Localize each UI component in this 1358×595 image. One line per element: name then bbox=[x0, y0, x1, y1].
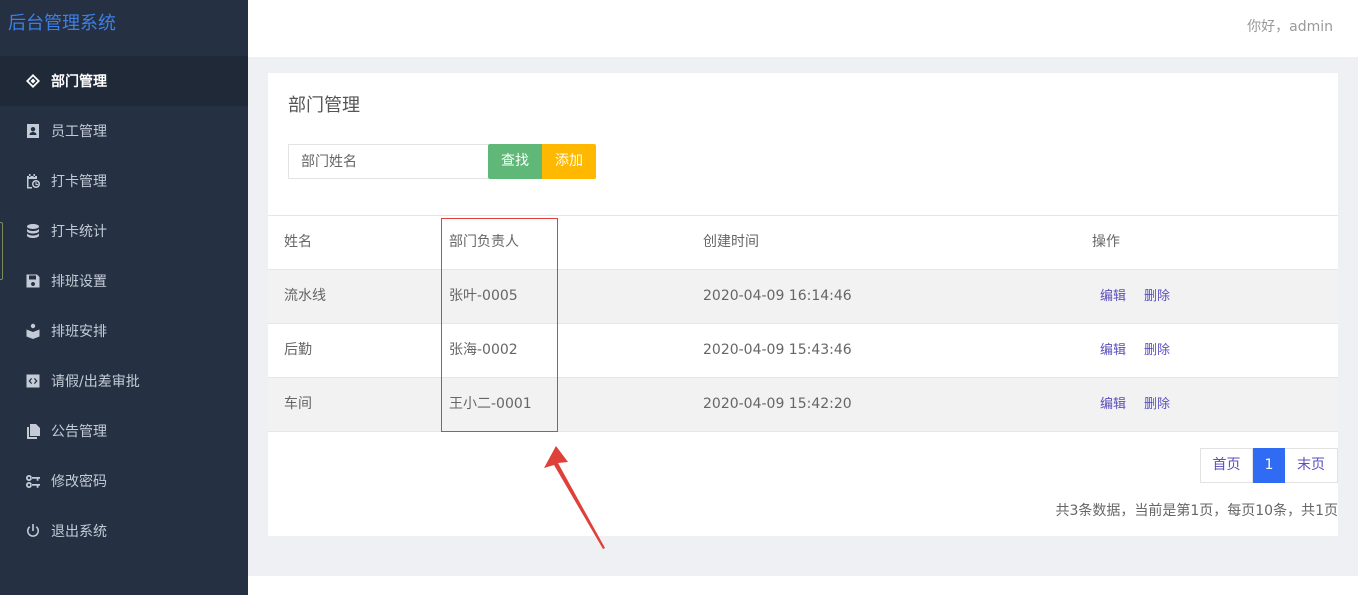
table-header-row: 姓名 部门负责人 创建时间 操作 bbox=[268, 216, 1338, 270]
current-page-button[interactable]: 1 bbox=[1253, 448, 1285, 483]
cell-created: 2020-04-09 15:42:20 bbox=[703, 396, 852, 412]
first-page-button[interactable]: 首页 bbox=[1200, 448, 1253, 483]
sidebar-item-label: 退出系统 bbox=[51, 524, 107, 540]
cell-created: 2020-04-09 16:14:46 bbox=[703, 288, 852, 304]
sidebar-item-label: 公告管理 bbox=[51, 424, 107, 440]
highlight-box bbox=[441, 218, 558, 432]
cell-name: 流水线 bbox=[284, 288, 326, 304]
sidebar-item-announcement[interactable]: 公告管理 bbox=[0, 406, 248, 456]
header: 你好，admin bbox=[248, 0, 1358, 57]
delete-link[interactable]: 删除 bbox=[1144, 378, 1170, 431]
table-row: 车间 王小二-0001 2020-04-09 15:42:20 编辑 删除 bbox=[268, 378, 1338, 432]
copy-icon bbox=[24, 422, 42, 440]
sidebar-item-employee[interactable]: 员工管理 bbox=[0, 106, 248, 156]
sidebar-item-leave-approval[interactable]: 请假/出差审批 bbox=[0, 356, 248, 406]
floppy-disk-icon bbox=[24, 272, 42, 290]
delete-link[interactable]: 删除 bbox=[1144, 324, 1170, 377]
sidebar-item-label: 排班安排 bbox=[51, 324, 107, 340]
key-icon bbox=[24, 472, 42, 490]
code-box-icon bbox=[24, 372, 42, 390]
page-title: 部门管理 bbox=[288, 95, 360, 116]
department-table: 姓名 部门负责人 创建时间 操作 流水线 张叶-0005 2020-04-09 … bbox=[268, 215, 1338, 432]
department-card: 部门管理 查找 添加 姓名 部门负责人 创建时间 操作 流水线 张叶-0005 … bbox=[268, 73, 1338, 536]
pagination-info: 共3条数据，当前是第1页，每页10条，共1页 bbox=[1055, 503, 1338, 519]
column-header-name: 姓名 bbox=[284, 234, 312, 250]
sidebar-item-label: 请假/出差审批 bbox=[51, 374, 140, 390]
pagination: 首页 1 末页 bbox=[1200, 448, 1338, 483]
table-row: 后勤 张海-0002 2020-04-09 15:43:46 编辑 删除 bbox=[268, 324, 1338, 378]
edit-link[interactable]: 编辑 bbox=[1100, 324, 1126, 377]
book-reader-icon bbox=[24, 322, 42, 340]
sidebar-item-department[interactable]: 部门管理 bbox=[0, 56, 248, 106]
table-row: 流水线 张叶-0005 2020-04-09 16:14:46 编辑 删除 bbox=[268, 270, 1338, 324]
sidebar-item-schedule-settings[interactable]: 排班设置 bbox=[0, 256, 248, 306]
last-page-button[interactable]: 末页 bbox=[1285, 448, 1338, 483]
sidebar-item-label: 修改密码 bbox=[51, 474, 107, 490]
power-icon bbox=[24, 522, 42, 540]
delete-link[interactable]: 删除 bbox=[1144, 270, 1170, 323]
id-card-icon bbox=[24, 122, 42, 140]
cell-created: 2020-04-09 15:43:46 bbox=[703, 342, 852, 358]
annotation-arrow-icon bbox=[544, 446, 605, 549]
database-icon bbox=[24, 222, 42, 240]
brand-title: 后台管理系统 bbox=[8, 13, 116, 34]
add-button[interactable]: 添加 bbox=[542, 144, 596, 179]
sidebar-item-label: 打卡管理 bbox=[51, 174, 107, 190]
sidebar-item-label: 员工管理 bbox=[51, 124, 107, 140]
cube-icon bbox=[24, 72, 42, 90]
cell-name: 后勤 bbox=[284, 342, 312, 358]
column-header-actions: 操作 bbox=[1092, 234, 1120, 250]
search-button[interactable]: 查找 bbox=[488, 144, 542, 179]
calendar-clock-icon bbox=[24, 172, 42, 190]
sidebar-item-label: 排班设置 bbox=[51, 274, 107, 290]
sidebar-collapse-handle[interactable] bbox=[0, 222, 3, 280]
cell-name: 车间 bbox=[284, 396, 312, 412]
edit-link[interactable]: 编辑 bbox=[1100, 270, 1126, 323]
footer-strip bbox=[248, 576, 1358, 595]
sidebar-item-label: 部门管理 bbox=[51, 74, 107, 90]
sidebar: 后台管理系统 部门管理 员工管理 打卡管理 打卡统计 排班设置 排班安排 请假/… bbox=[0, 0, 248, 595]
department-search-input[interactable] bbox=[288, 144, 488, 179]
sidebar-item-statistics[interactable]: 打卡统计 bbox=[0, 206, 248, 256]
edit-link[interactable]: 编辑 bbox=[1100, 378, 1126, 431]
sidebar-item-schedule-arrange[interactable]: 排班安排 bbox=[0, 306, 248, 356]
column-header-created: 创建时间 bbox=[703, 234, 759, 250]
sidebar-item-change-password[interactable]: 修改密码 bbox=[0, 456, 248, 506]
sidebar-item-label: 打卡统计 bbox=[51, 224, 107, 240]
user-greeting[interactable]: 你好，admin bbox=[1247, 16, 1333, 36]
sidebar-item-logout[interactable]: 退出系统 bbox=[0, 506, 248, 556]
sidebar-item-checkin[interactable]: 打卡管理 bbox=[0, 156, 248, 206]
sidebar-menu: 部门管理 员工管理 打卡管理 打卡统计 排班设置 排班安排 请假/出差审批 公告… bbox=[0, 56, 248, 556]
